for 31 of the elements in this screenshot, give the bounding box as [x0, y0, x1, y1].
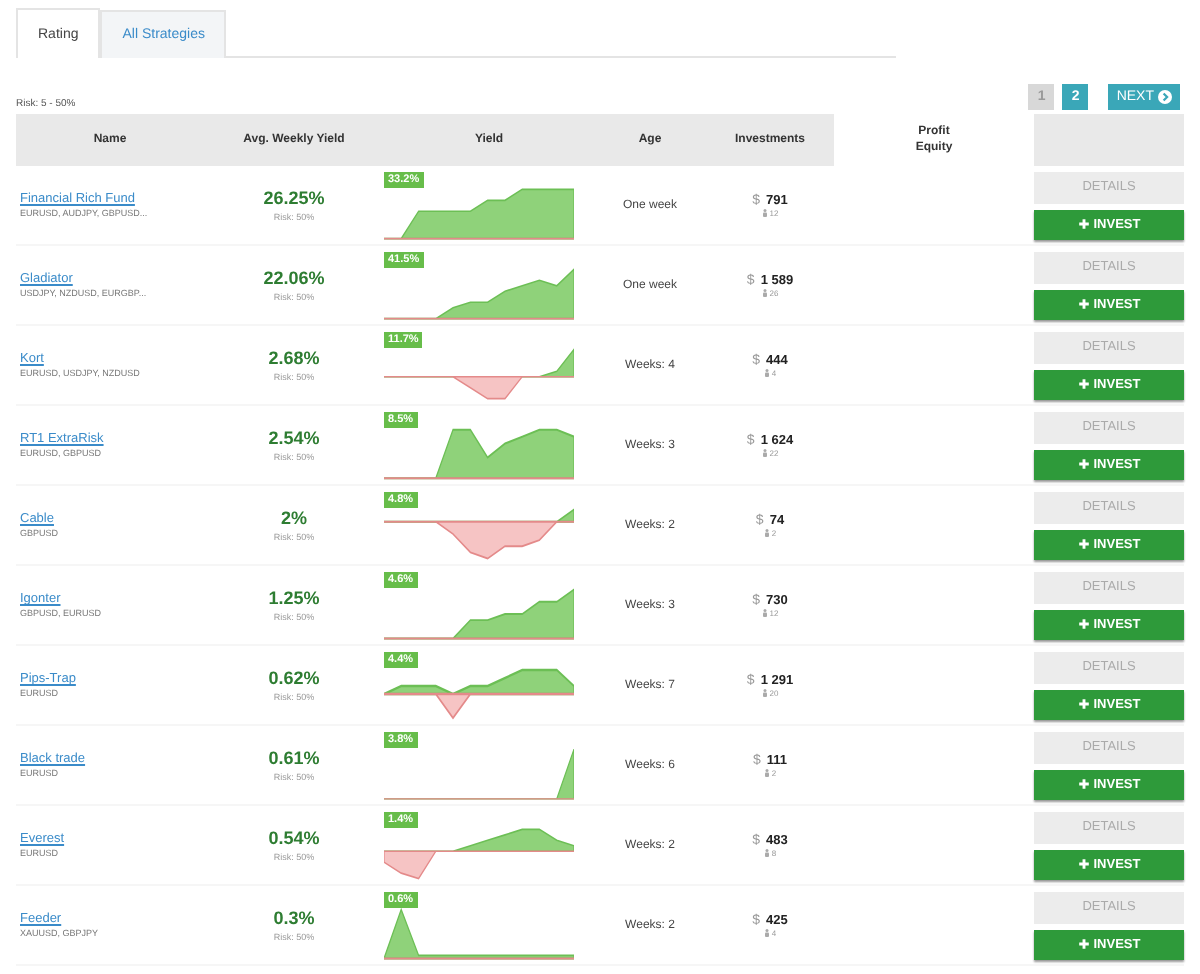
- weekly-yield: 1.25%: [268, 588, 320, 608]
- weekly-yield: 0.61%: [268, 748, 320, 768]
- plus-icon: [1077, 378, 1090, 390]
- plus-icon: [1077, 538, 1090, 550]
- weekly-yield: 0.3%: [273, 908, 315, 928]
- weekly-yield: 22.06%: [263, 268, 325, 288]
- weekly-yield: 0.62%: [268, 668, 320, 688]
- weekly-yield: 26.25%: [263, 188, 325, 208]
- plus-icon: [1077, 458, 1090, 470]
- plus-icon: [1077, 938, 1090, 950]
- weekly-yield: 2.68%: [268, 348, 320, 368]
- person-icon: [761, 447, 768, 457]
- plus-icon: [1077, 698, 1090, 710]
- person-icon: [761, 207, 768, 217]
- weekly-yield: 2%: [280, 508, 307, 528]
- person-icon: [763, 527, 770, 537]
- plus-icon: [1077, 218, 1090, 230]
- person-icon: [761, 687, 768, 697]
- person-icon: [763, 367, 770, 377]
- weekly-yield: 0.54%: [268, 828, 320, 848]
- person-icon: [761, 287, 768, 297]
- person-icon: [763, 927, 770, 937]
- person-icon: [763, 767, 770, 777]
- plus-icon: [1077, 778, 1090, 790]
- plus-icon: [1077, 618, 1090, 630]
- chevron-icon: [1158, 90, 1172, 104]
- person-icon: [763, 847, 770, 857]
- person-icon: [761, 607, 768, 617]
- plus-icon: [1077, 298, 1090, 310]
- weekly-yield: 2.54%: [268, 428, 320, 448]
- plus-icon: [1077, 858, 1090, 870]
